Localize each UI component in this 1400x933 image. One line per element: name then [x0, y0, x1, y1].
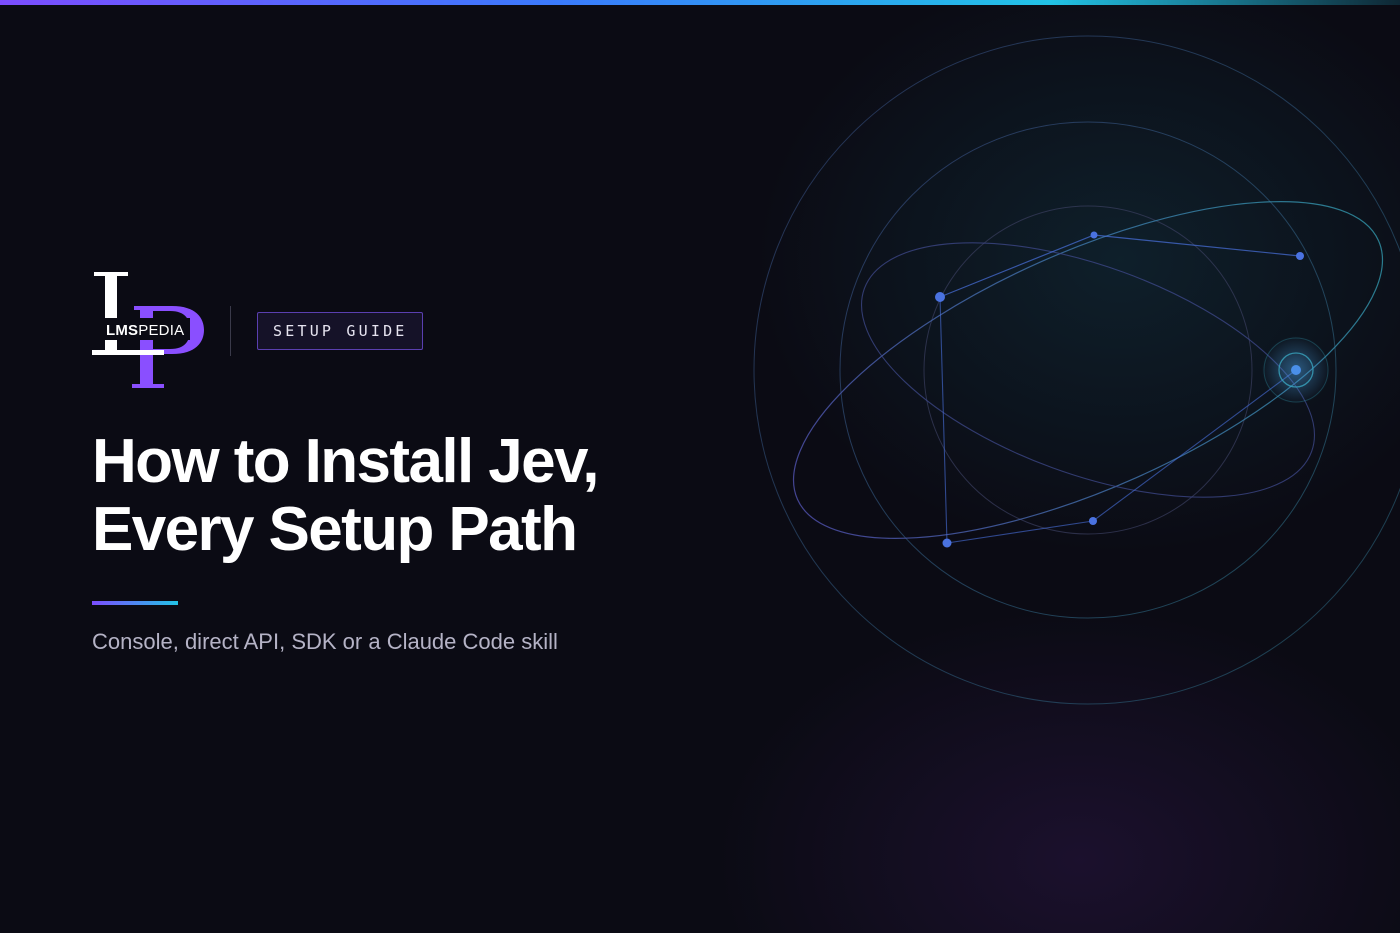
setup-guide-badge: SETUP GUIDE: [257, 312, 423, 350]
orbit-ring-middle: [839, 121, 1337, 619]
network-nodes: [935, 231, 1330, 548]
logo-wordmark: LMSPEDIA: [106, 322, 185, 339]
page-title: How to Install Jev, Every Setup Path: [92, 428, 692, 564]
page-title-line-2: Every Setup Path: [92, 495, 578, 564]
orbit-network-illustration-icon: [753, 35, 1400, 705]
page-title-line-1: How to Install Jev,: [92, 427, 600, 496]
brand-row: LMSPEDIA SETUP GUIDE: [92, 272, 423, 390]
orbit-ring-inner: [923, 205, 1253, 535]
network-links: [939, 234, 1301, 298]
brand-divider: [230, 306, 231, 356]
lp-logo: LMSPEDIA: [92, 272, 208, 390]
page-subtitle: Console, direct API, SDK or a Claude Cod…: [92, 629, 558, 654]
title-accent-line: [92, 601, 178, 605]
